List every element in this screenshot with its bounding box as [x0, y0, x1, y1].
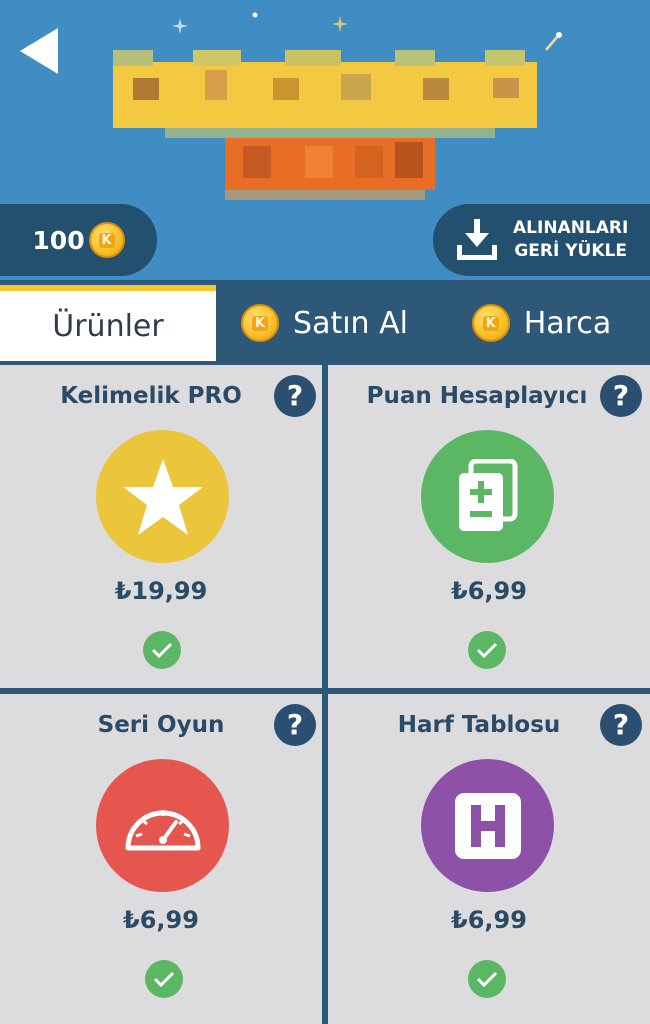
speedometer-icon: [125, 809, 200, 850]
tab-spend-label: Harca: [523, 305, 612, 341]
score-cards-icon: [458, 458, 517, 531]
product-price: ₺6,99: [123, 906, 199, 934]
wand-icon: [545, 32, 562, 51]
help-button[interactable]: ?: [600, 704, 642, 746]
product-icon-circle: [421, 759, 554, 892]
product-card-series-game[interactable]: Seri Oyun ? ₺6,99: [0, 694, 322, 1024]
product-card-score-calculator[interactable]: Puan Hesaplayıcı ? ₺6,99: [328, 365, 650, 688]
back-arrow-icon: [20, 28, 58, 74]
purchased-check-icon: [143, 631, 181, 669]
sparkle-dot-icon: [252, 12, 258, 18]
tab-buy-label: Satın Al: [293, 305, 408, 341]
game-logo-pixelated: [105, 30, 545, 210]
purchased-check-icon: [468, 631, 506, 669]
restore-purchases-button[interactable]: ALINANLARI GERİ YÜKLE: [433, 204, 650, 276]
coin-icon: [88, 222, 125, 258]
star-icon: [122, 458, 203, 535]
help-button[interactable]: ?: [600, 375, 642, 417]
product-icon-circle: [96, 430, 229, 563]
tab-bar: Ürünler Satın Al Harca: [0, 285, 650, 361]
purchased-check-icon: [468, 960, 506, 998]
purchased-check-icon: [145, 960, 183, 998]
product-icon-circle: [96, 759, 229, 892]
restore-purchases-label: ALINANLARI GERİ YÜKLE: [513, 218, 629, 261]
tab-buy[interactable]: Satın Al: [216, 285, 433, 361]
coin-icon: [471, 304, 510, 342]
help-button[interactable]: ?: [274, 704, 316, 746]
product-card-letter-table[interactable]: Harf Tablosu ? ₺6,99: [328, 694, 650, 1024]
header: 100 ALINANLARI GERİ YÜKLE: [0, 0, 650, 280]
back-button[interactable]: [18, 26, 62, 76]
tab-products[interactable]: Ürünler: [0, 285, 216, 361]
download-icon: [457, 219, 497, 260]
product-price: ₺19,99: [114, 577, 208, 605]
tab-products-label: Ürünler: [52, 308, 164, 344]
product-price: ₺6,99: [451, 906, 527, 934]
product-card-pro[interactable]: Kelimelik PRO ? ₺19,99: [0, 365, 322, 688]
product-icon-circle: [421, 430, 554, 563]
letter-h-icon: [454, 792, 521, 859]
product-grid: Kelimelik PRO ? ₺19,99 Puan Hesaplayıcı …: [0, 361, 650, 1024]
coin-count: 100: [32, 225, 85, 255]
tab-spend[interactable]: Harca: [433, 285, 650, 361]
coin-icon: [241, 304, 280, 342]
help-button[interactable]: ?: [274, 375, 316, 417]
coin-balance: 100: [0, 204, 157, 276]
product-price: ₺6,99: [451, 577, 527, 605]
